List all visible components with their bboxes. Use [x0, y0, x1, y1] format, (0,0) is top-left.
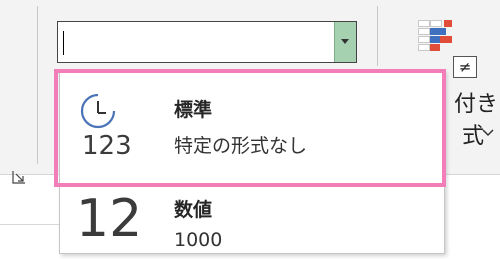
number-format-dropdown-button[interactable] — [334, 22, 356, 62]
chevron-down-icon[interactable] — [482, 128, 494, 138]
list-item-general[interactable]: 123 標準 特定の形式なし — [60, 71, 444, 189]
conditional-format-label[interactable]: 付き — [454, 86, 498, 118]
cf-cell — [430, 20, 442, 27]
group-separator — [377, 6, 378, 66]
cf-blue-bar — [430, 36, 440, 43]
cf-cell — [418, 28, 430, 35]
text-cursor — [63, 31, 64, 55]
cf-red-bar — [430, 44, 440, 51]
cf-cell — [418, 36, 430, 43]
chevron-down-icon — [341, 39, 349, 44]
number-format-dropdown: 123 標準 特定の形式なし 12 数値 1000 — [59, 70, 445, 254]
cf-cell — [418, 20, 430, 27]
cf-blue-bar — [430, 28, 446, 35]
grid-line — [0, 224, 60, 225]
conditional-format-icon[interactable] — [418, 20, 458, 64]
cf-red-bar — [444, 20, 452, 27]
general-icon-text: 123 — [82, 131, 132, 161]
group-separator — [37, 6, 38, 164]
conditional-format-label-2[interactable]: 式 — [462, 118, 484, 150]
list-item-number[interactable]: 12 数値 1000 — [60, 189, 444, 259]
dialog-launcher-icon[interactable] — [12, 170, 26, 184]
number-subtitle: 1000 — [174, 229, 223, 251]
number-format-combo[interactable] — [57, 21, 357, 63]
general-title: 標準 — [174, 99, 213, 121]
cf-cell — [418, 44, 430, 51]
number-icon: 12 — [76, 189, 143, 249]
not-equal-icon: ≠ — [453, 56, 477, 78]
cf-red-bar — [440, 36, 452, 43]
number-title: 数値 — [174, 199, 213, 221]
clock-icon — [80, 93, 116, 129]
general-subtitle: 特定の形式なし — [174, 135, 308, 157]
